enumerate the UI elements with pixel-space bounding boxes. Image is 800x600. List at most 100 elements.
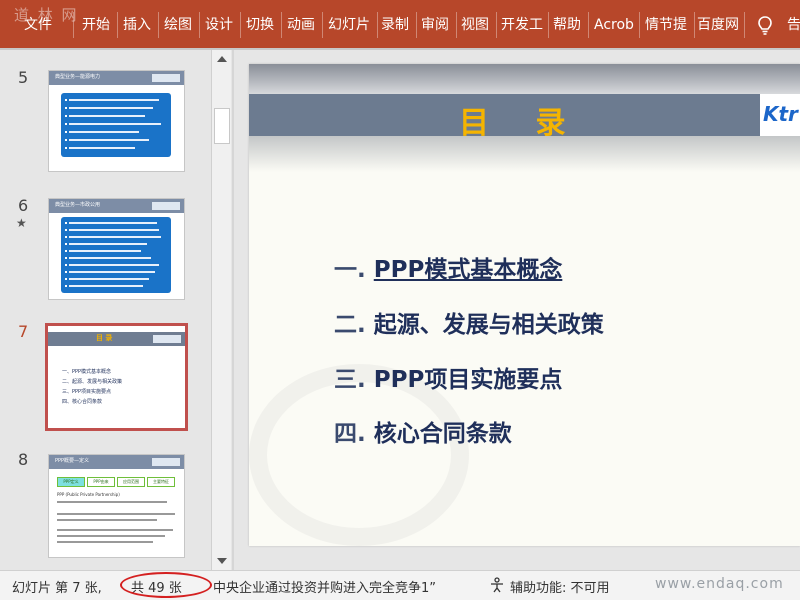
thumb-tab: PPP由来 xyxy=(87,477,115,487)
thumb-number: 5 xyxy=(18,68,29,87)
tab-separator xyxy=(240,12,241,38)
slide-title[interactable]: 目 录 xyxy=(459,98,583,142)
toc-link[interactable]: PPP模式基本概念 xyxy=(374,257,563,283)
bullet-dot xyxy=(65,243,67,245)
tab-separator xyxy=(416,12,417,38)
text-line xyxy=(69,278,149,280)
tab-design[interactable]: 设计 xyxy=(205,14,237,36)
tab-separator xyxy=(744,12,745,38)
thumb-number: 7 xyxy=(18,322,29,341)
tab-separator xyxy=(199,12,200,38)
tab-home[interactable]: 开始 xyxy=(82,14,114,36)
accessibility-status[interactable]: 辅助功能: 不可用 xyxy=(510,577,610,596)
bullet-dot xyxy=(65,285,67,287)
toc-item-3[interactable]: 三. PPP项目实施要点 xyxy=(334,360,562,394)
text-line xyxy=(57,519,157,521)
slide-thumbnail-pane: 5 典型业务—能源电力 6 ★ 典型业务—市政公用 7 目 录 一、PPP模式基… xyxy=(0,50,210,570)
text-line xyxy=(69,257,151,259)
tab-slideshow[interactable]: 幻灯片 xyxy=(328,14,374,36)
tab-record[interactable]: 录制 xyxy=(381,14,413,36)
tab-separator xyxy=(456,12,457,38)
toc-number: 一. xyxy=(334,257,366,283)
text-line xyxy=(69,271,155,273)
thumb-title: 典型业务—能源电力 xyxy=(55,74,101,80)
thumb-tab-row: PPP定义 PPP由来 应用范围 主要特征 xyxy=(57,477,177,487)
tab-separator xyxy=(694,12,695,38)
tab-animations[interactable]: 动画 xyxy=(287,14,319,36)
pane-divider[interactable] xyxy=(232,50,234,570)
text-line xyxy=(69,107,153,109)
thumb-title: 典型业务—市政公用 xyxy=(55,202,101,208)
accessibility-icon[interactable] xyxy=(489,577,505,593)
tab-separator xyxy=(322,12,323,38)
thumb-toc-item: 一、PPP模式基本概念 xyxy=(62,369,112,375)
lightbulb-icon[interactable] xyxy=(754,14,776,36)
thumb-title: 目 录 xyxy=(96,334,113,342)
bullet-dot xyxy=(65,139,67,141)
text-line xyxy=(69,115,145,117)
thumbnail-scrollbar[interactable] xyxy=(211,50,231,570)
tab-developer[interactable]: 开发工 xyxy=(501,14,545,36)
text-line xyxy=(57,541,153,543)
slide-thumbnail-7[interactable]: 目 录 一、PPP模式基本概念 二、起源、发展与相关政策 三、PPP项目实施要点… xyxy=(45,323,188,431)
text-line xyxy=(57,529,173,531)
thumb-number: 8 xyxy=(18,450,29,469)
toc-item-1[interactable]: 一. PPP模式基本概念 xyxy=(334,250,562,284)
bullet-dot xyxy=(65,264,67,266)
slide-position-label[interactable]: 幻灯片 第 7 张, xyxy=(12,577,102,596)
tab-file[interactable]: 文件 xyxy=(24,14,58,36)
toc-number: 四. xyxy=(334,421,366,447)
thumb-toc-item: 三、PPP项目实施要点 xyxy=(62,389,112,395)
text-line xyxy=(69,285,143,287)
tab-separator xyxy=(281,12,282,38)
tab-transitions[interactable]: 切换 xyxy=(246,14,278,36)
slide-thumbnail-6[interactable]: 典型业务—市政公用 xyxy=(48,198,185,300)
text-line xyxy=(57,535,165,537)
tab-separator xyxy=(639,12,640,38)
tab-baidu-netdisk[interactable]: 百度网 xyxy=(697,14,743,36)
text-line xyxy=(69,222,157,224)
scroll-down-arrow-icon[interactable] xyxy=(217,558,227,564)
tab-separator xyxy=(588,12,589,38)
bullet-dot xyxy=(65,250,67,252)
tab-separator xyxy=(548,12,549,38)
tab-review[interactable]: 审阅 xyxy=(421,14,453,36)
scrollbar-thumb[interactable] xyxy=(214,108,230,144)
toc-text: PPP项目实施要点 xyxy=(373,367,563,393)
tab-view[interactable]: 视图 xyxy=(461,14,493,36)
status-bar: 幻灯片 第 7 张, 共 49 张 中央企业通过投资并购进入完全竞争1” 辅助功… xyxy=(0,570,800,600)
tab-separator xyxy=(117,12,118,38)
thumb-tab: PPP定义 xyxy=(57,477,85,487)
scroll-up-arrow-icon[interactable] xyxy=(217,56,227,62)
tab-separator xyxy=(377,12,378,38)
company-logo: Ktr xyxy=(760,94,800,136)
slide-canvas[interactable]: 目 录 Ktr 一. PPP模式基本概念 二. 起源、发展与相关政策 三. PPP项目… xyxy=(249,64,800,546)
thumb-logo xyxy=(152,74,180,82)
tab-storyboard[interactable]: 情节提 xyxy=(645,14,691,36)
text-line xyxy=(69,131,139,133)
tab-draw[interactable]: 绘图 xyxy=(164,14,196,36)
toc-item-4[interactable]: 四. 核心合同条款 xyxy=(334,414,512,448)
logo-text: Ktr xyxy=(763,102,798,126)
text-line xyxy=(69,243,147,245)
tell-me-search[interactable]: 告 xyxy=(787,14,800,36)
tab-insert[interactable]: 插入 xyxy=(123,14,155,36)
header-photo-strip xyxy=(249,64,800,94)
bullet-dot xyxy=(65,107,67,109)
tab-help[interactable]: 帮助 xyxy=(553,14,585,36)
tab-acrobat[interactable]: Acrob xyxy=(594,14,636,36)
bullet-dot xyxy=(65,99,67,101)
tab-separator xyxy=(158,12,159,38)
slide-thumbnail-5[interactable]: 典型业务—能源电力 xyxy=(48,70,185,172)
watermark-text: www.endaq.com xyxy=(655,576,784,592)
thumb-caption: PPP (Public Private Partnership) xyxy=(57,492,120,497)
slide-thumbnail-8[interactable]: PPP概要—定义 PPP定义 PPP由来 应用范围 主要特征 PPP (Publ… xyxy=(48,454,185,558)
text-line xyxy=(69,123,161,125)
notes-text: 中央企业通过投资并购进入完全竞争1” xyxy=(213,581,437,596)
bullet-dot xyxy=(65,271,67,273)
thumb-logo xyxy=(152,458,180,466)
text-line xyxy=(69,250,141,252)
toc-item-2[interactable]: 二. 起源、发展与相关政策 xyxy=(334,305,604,339)
bullet-dot xyxy=(65,131,67,133)
text-line xyxy=(57,501,167,503)
